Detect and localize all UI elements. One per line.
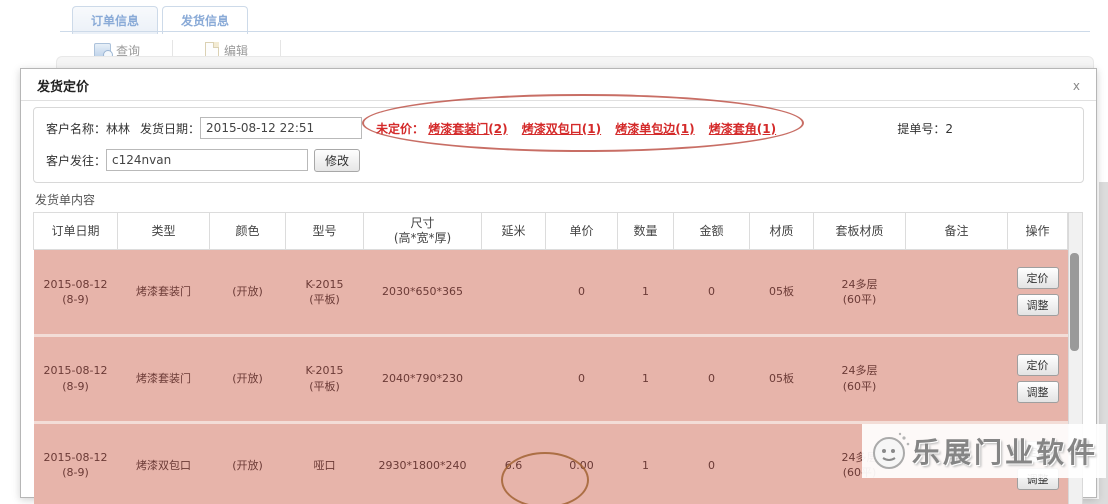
bill-number: 提单号：2 <box>897 120 953 137</box>
col-remark: 备注 <box>905 212 1008 250</box>
adjust-button[interactable]: 调整 <box>1016 294 1059 317</box>
unpriced-link-single-edge[interactable]: 烤漆单包边(1) <box>615 122 694 136</box>
cell-unit-price: 0 <box>545 333 618 423</box>
bill-number-value: 2 <box>945 121 953 136</box>
table-row: 2015-08-12 (8-9) 烤漆套装门 (开放) K-2015 (平板) … <box>33 333 1068 423</box>
col-size: 尺寸 (高*宽*厚) <box>363 212 482 250</box>
price-button[interactable]: 定价 <box>1016 354 1059 377</box>
cell-material: 05板 <box>749 333 814 423</box>
tab-shipping-info[interactable]: 发货信息 <box>162 6 249 34</box>
scrollbar-thumb[interactable] <box>1070 253 1079 351</box>
cell-linear-meter: 6.6 <box>481 420 546 504</box>
customer-name-value: 林林 <box>106 121 131 136</box>
cell-model: K-2015 (平板) <box>285 333 364 423</box>
vendor-watermark-text: 乐展门业软件 <box>911 436 1098 469</box>
cell-frame-material: 24多层 (60平) <box>813 249 906 336</box>
cell-actions: 定价 调整 <box>1007 333 1068 423</box>
cell-type: 烤漆套装门 <box>117 333 210 423</box>
cell-actions: 定价 调整 <box>1007 249 1068 336</box>
modify-shipto-button[interactable]: 修改 <box>314 148 361 172</box>
tab-order-info[interactable]: 订单信息 <box>72 6 159 34</box>
cell-quantity: 1 <box>617 249 674 336</box>
cell-frame-material: 24多层 (60平) <box>813 333 906 423</box>
cell-type: 烤漆套装门 <box>117 249 210 336</box>
ship-to-input[interactable] <box>106 149 309 171</box>
cell-order-date: 2015-08-12 (8-9) <box>33 333 118 423</box>
unpriced-summary: 未定价： 烤漆套装门(2) 烤漆双包口(1) 烤漆单包边(1) 烤漆套角(1) <box>376 120 786 137</box>
cell-model: K-2015 (平板) <box>285 249 364 336</box>
cell-size: 2040*790*230 <box>363 333 482 423</box>
cell-remark <box>905 249 1008 336</box>
col-model: 型号 <box>285 212 364 250</box>
col-type: 类型 <box>117 212 210 250</box>
cell-unit-price: 0.00 <box>545 420 618 504</box>
table-row: 2015-08-12 (8-9) 烤漆套装门 (开放) K-2015 (平板) … <box>33 249 1068 336</box>
col-order-date: 订单日期 <box>33 212 118 250</box>
cell-order-date: 2015-08-12 (8-9) <box>33 420 118 504</box>
cell-size: 2030*650*365 <box>363 249 482 336</box>
cell-color: (开放) <box>209 420 286 504</box>
tab-strip: 订单信息 发货信息 <box>72 6 252 34</box>
cell-size: 2930*1800*240 <box>363 420 482 504</box>
table-header-row: 订单日期 类型 颜色 型号 尺寸 (高*宽*厚) 延米 单价 数量 金额 材质 … <box>33 212 1068 250</box>
header-row-1: 客户名称： 林林 发货日期： 未定价： 烤漆套装门(2) 烤漆双包口(1) 烤漆… <box>46 116 1073 140</box>
dialog-header-box: 客户名称： 林林 发货日期： 未定价： 烤漆套装门(2) 烤漆双包口(1) 烤漆… <box>33 107 1084 183</box>
cell-amount: 0 <box>673 249 750 336</box>
close-icon[interactable]: x <box>1069 80 1084 92</box>
app-window: 订单信息 发货信息 查询 编辑 发货定价 x 客户名称： 林林 发货日期： 20… <box>0 0 1108 504</box>
cell-color: (开放) <box>209 249 286 336</box>
bill-number-label: 提单号： <box>897 121 946 136</box>
cell-material <box>749 420 814 504</box>
price-button[interactable]: 定价 <box>1016 267 1059 290</box>
cell-amount: 0 <box>673 333 750 423</box>
tab-underline <box>60 31 1090 32</box>
cell-amount: 0 <box>673 420 750 504</box>
cell-linear-meter <box>481 333 546 423</box>
col-frame-material: 套板材质 <box>813 212 906 250</box>
col-unit-price: 单价 <box>545 212 618 250</box>
col-linear-meter: 延米 <box>481 212 546 250</box>
col-amount: 金额 <box>673 212 750 250</box>
adjust-button[interactable]: 调整 <box>1016 381 1059 404</box>
vendor-logo-icon <box>872 432 910 469</box>
cell-linear-meter <box>481 249 546 336</box>
dialog-titlebar: 发货定价 x <box>21 69 1096 101</box>
col-quantity: 数量 <box>617 212 674 250</box>
cell-order-date: 2015-08-12 (8-9) <box>33 249 118 336</box>
ship-date-label: 发货日期： <box>140 121 201 136</box>
cell-quantity: 1 <box>617 333 674 423</box>
cell-unit-price: 0 <box>545 249 618 336</box>
cell-remark <box>905 333 1008 423</box>
dialog-title: 发货定价 <box>37 80 90 95</box>
col-actions: 操作 <box>1007 212 1068 250</box>
unpriced-link-double-frame[interactable]: 烤漆双包口(1) <box>522 122 601 136</box>
cell-quantity: 1 <box>617 420 674 504</box>
cell-color: (开放) <box>209 333 286 423</box>
ship-date-input[interactable] <box>200 117 363 139</box>
cell-material: 05板 <box>749 249 814 336</box>
cell-model: 哑口 <box>285 420 364 504</box>
col-color: 颜色 <box>209 212 286 250</box>
customer-name-label: 客户名称： <box>46 121 107 136</box>
col-material: 材质 <box>749 212 814 250</box>
unpriced-link-door[interactable]: 烤漆套装门(2) <box>428 122 507 136</box>
unpriced-link-corner[interactable]: 烤漆套角(1) <box>709 122 776 136</box>
cell-type: 烤漆双包口 <box>117 420 210 504</box>
header-row-2: 客户发往： 修改 <box>46 148 1073 172</box>
unpriced-label: 未定价： <box>376 121 425 136</box>
ship-to-label: 客户发往： <box>46 153 107 168</box>
shipping-list-section-title: 发货单内容 <box>35 193 96 207</box>
vendor-watermark: 乐展门业软件 <box>861 424 1106 478</box>
